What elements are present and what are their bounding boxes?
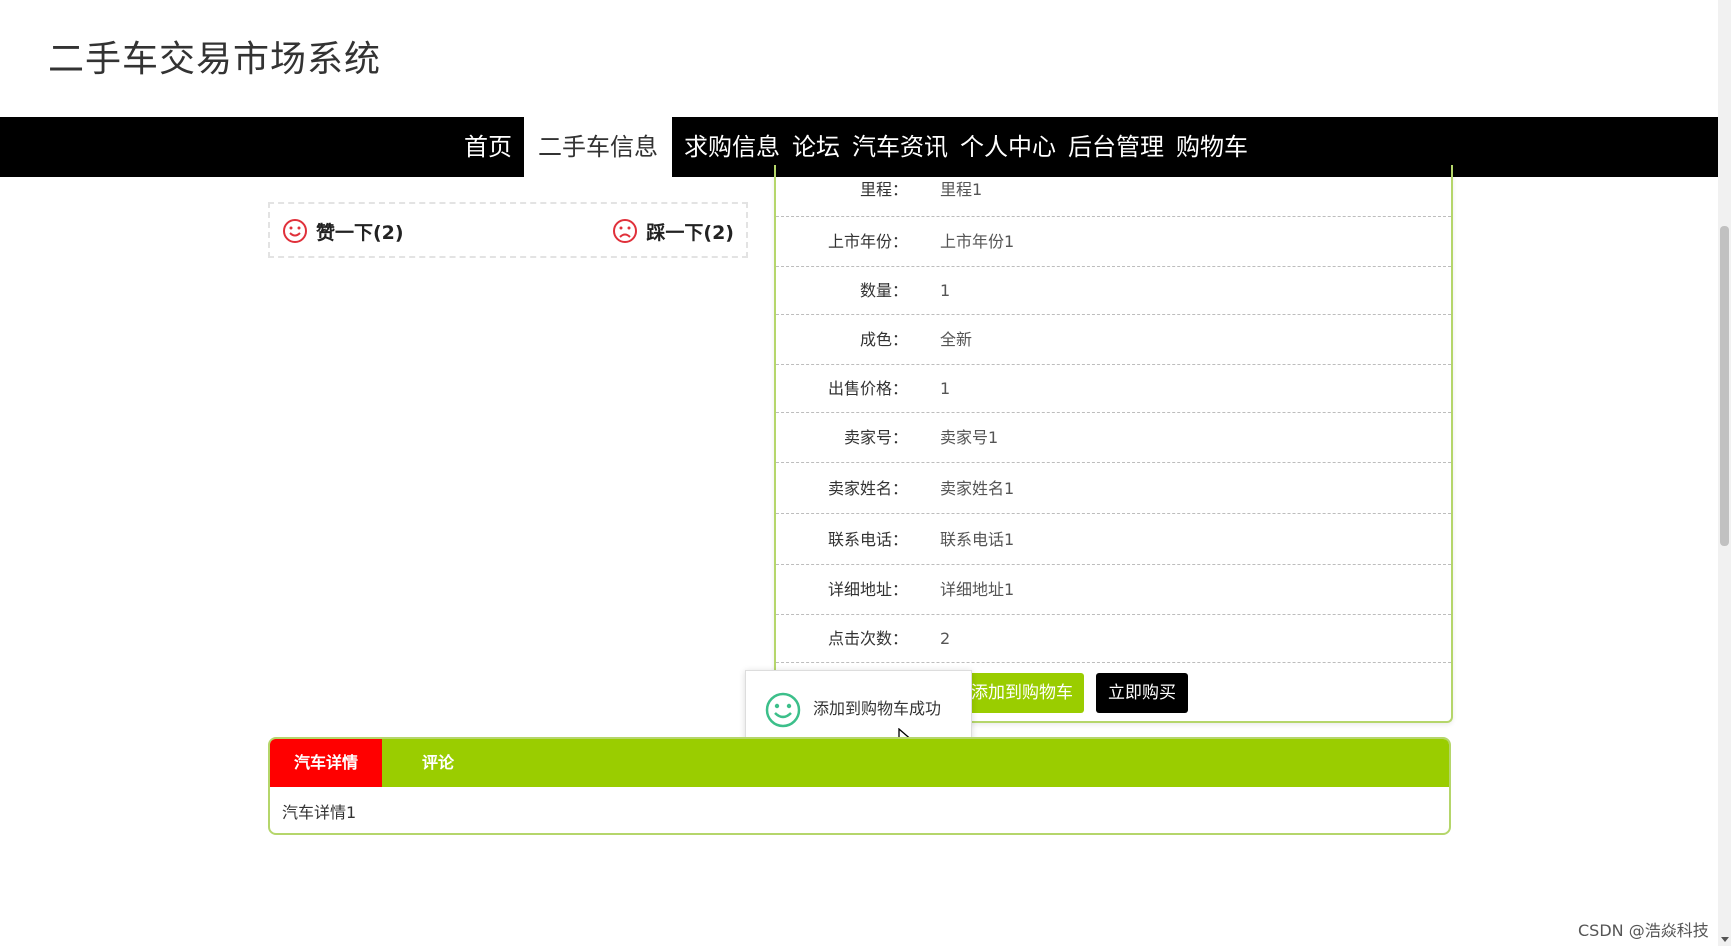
watermark: CSDN @浩焱科技 (1578, 921, 1709, 940)
page-scrollbar[interactable] (1718, 0, 1731, 946)
detail-label: 详细地址： (827, 580, 908, 599)
detail-value: 1 (940, 379, 951, 398)
detail-row-address: 详细地址： 详细地址1 (776, 565, 1451, 615)
scroll-down-arrow-icon[interactable] (1721, 937, 1729, 942)
detail-label: 成色： (859, 330, 908, 349)
like-label: 赞一下(2) (316, 221, 404, 244)
detail-label: 卖家号： (843, 428, 908, 447)
buy-now-button[interactable]: 立即购买 (1096, 673, 1188, 713)
detail-row-clicks: 点击次数： 2 (776, 615, 1451, 663)
detail-value: 1 (940, 281, 951, 300)
nav-item-home[interactable]: 首页 (458, 117, 518, 177)
detail-label: 联系电话： (827, 530, 908, 549)
detail-row-seller-name: 卖家姓名： 卖家姓名1 (776, 463, 1451, 514)
dislike-label: 踩一下(2) (646, 221, 734, 244)
vote-box: 赞一下(2) 踩一下(2) (268, 202, 748, 258)
like-button[interactable]: 赞一下(2) (282, 216, 404, 246)
detail-label: 出售价格： (827, 379, 908, 398)
detail-row-mileage: 里程： 里程1 (776, 165, 1451, 217)
detail-value: 联系电话1 (940, 530, 1015, 549)
detail-value: 2 (940, 629, 951, 648)
detail-label: 数量： (859, 281, 908, 300)
tab-comments[interactable]: 评论 (382, 739, 494, 787)
nav-item-wanted[interactable]: 求购信息 (678, 117, 786, 177)
detail-label: 上市年份： (827, 232, 908, 251)
detail-label: 里程： (859, 180, 908, 199)
detail-value: 卖家姓名1 (940, 479, 1015, 498)
smile-icon (283, 219, 307, 243)
detail-row-phone: 联系电话： 联系电话1 (776, 514, 1451, 565)
tab-content: 汽车详情1 (282, 803, 357, 822)
smile-icon (765, 692, 801, 728)
detail-row-year: 上市年份： 上市年份1 (776, 217, 1451, 267)
toast-message: 添加到购物车成功 (813, 699, 942, 718)
detail-value: 详细地址1 (940, 580, 1015, 599)
nav-item-used-cars[interactable]: 二手车信息 (524, 117, 672, 177)
detail-row-quantity: 数量： 1 (776, 267, 1451, 315)
detail-value: 全新 (940, 330, 973, 349)
detail-value: 上市年份1 (940, 232, 1015, 251)
detail-row-price: 出售价格： 1 (776, 365, 1451, 413)
tabs-bar: 汽车详情 评论 (270, 739, 1449, 787)
site-title: 二手车交易市场系统 (48, 39, 382, 80)
car-detail-panel: 里程： 里程1 上市年份： 上市年份1 数量： 1 成色： 全新 出售价格： 1… (774, 165, 1453, 723)
detail-label: 点击次数： (827, 629, 908, 648)
detail-label: 卖家姓名： (827, 479, 908, 498)
detail-row-condition: 成色： 全新 (776, 315, 1451, 365)
tab-car-details[interactable]: 汽车详情 (270, 739, 382, 787)
frown-icon (613, 219, 638, 243)
add-to-cart-button[interactable]: 添加到购物车 (960, 673, 1084, 713)
detail-tabs: 汽车详情 评论 汽车详情1 (268, 737, 1451, 835)
detail-value: 卖家号1 (940, 428, 999, 447)
dislike-button[interactable]: 踩一下(2) (612, 216, 734, 246)
scroll-thumb[interactable] (1720, 226, 1729, 546)
detail-value: 里程1 (940, 180, 983, 199)
detail-row-seller-id: 卖家号： 卖家号1 (776, 413, 1451, 463)
